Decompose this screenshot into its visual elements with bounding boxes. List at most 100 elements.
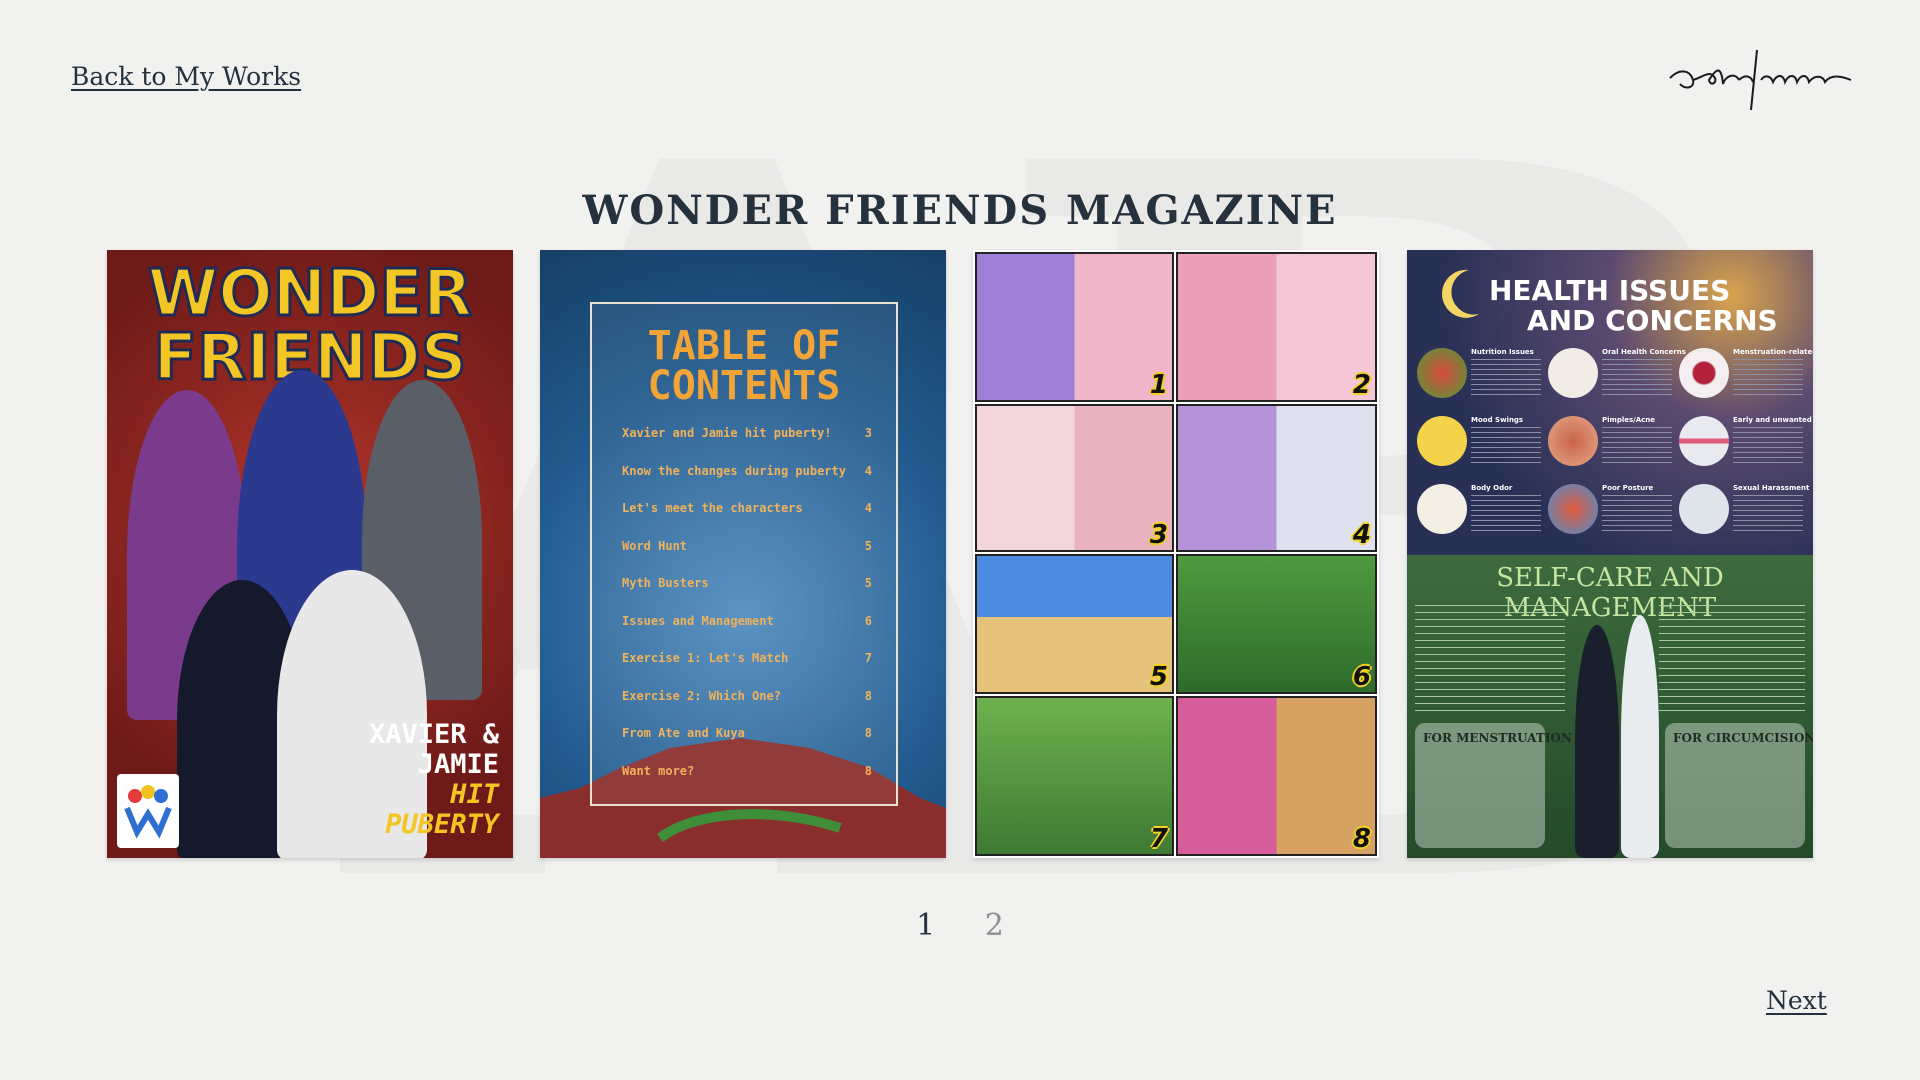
character-figure: [1575, 625, 1619, 858]
self-care-text: [1659, 605, 1805, 715]
gallery-item-table-of-contents[interactable]: TABLE OF CONTENTS Xavier and Jamie hit p…: [540, 250, 946, 858]
moon-icon: [1442, 269, 1479, 318]
toc-entry: Know the changes during puberty 4: [622, 464, 872, 502]
toc-entry-label: From Ate and Kuya: [622, 726, 745, 740]
gallery-item-cover[interactable]: WONDER FRIENDS XAVIER & JAMIE HIT PUBERT…: [107, 250, 513, 858]
health-issues-section: HEALTH ISSUES AND CONCERNS Nutrition Iss…: [1407, 250, 1813, 555]
comic-panel: 8: [1176, 696, 1377, 856]
comic-panel: 4: [1176, 404, 1377, 552]
magazine-gallery: WONDER FRIENDS XAVIER & JAMIE HIT PUBERT…: [107, 250, 1813, 860]
toc-entry: Word Hunt 5: [622, 539, 872, 577]
toc-title: TABLE OF CONTENTS: [592, 326, 896, 406]
cover-subtitle-line3: HIT: [450, 779, 499, 810]
toc-entry-page: 8: [864, 688, 872, 703]
health-item-text: [1471, 427, 1541, 467]
panel-number: 5: [1149, 662, 1168, 692]
toc-entry-page: 8: [864, 726, 872, 740]
comic-panel: 7: [975, 696, 1174, 856]
pagination: 1 2: [0, 908, 1920, 943]
menstruation-icon: [1679, 348, 1729, 398]
acne-icon: [1548, 416, 1598, 466]
toc-entry-label: Want more?: [622, 763, 695, 778]
health-item-label: Mood Swings: [1471, 416, 1524, 424]
toc-entry-page: 5: [864, 538, 872, 553]
toc-entry-label: Exercise 1: Let's Match: [622, 651, 789, 665]
toc-entry: Myth Busters 5: [622, 576, 872, 614]
health-item-label: Sexual Harassment: [1733, 484, 1810, 492]
health-item-text: [1471, 495, 1541, 535]
comic-panel: 6: [1176, 554, 1377, 694]
gallery-item-comic-strip[interactable]: 1 2 3 4 5 6 7 8: [973, 250, 1379, 858]
comic-panel: 1: [975, 252, 1174, 402]
comic-panel: 3: [975, 404, 1174, 552]
toc-entry-label: Word Hunt: [622, 538, 688, 553]
harassment-icon: [1679, 484, 1729, 534]
menstruation-box: FOR MENSTRUATION: [1415, 723, 1572, 848]
toc-title-line1: TABLE OF: [647, 323, 841, 369]
health-item-label: Oral Health Concerns: [1602, 348, 1686, 356]
health-item-text: [1602, 359, 1672, 399]
health-item: Menstruation-related Concerns: [1679, 348, 1813, 412]
circumcision-box-title: FOR CIRCUMCISION: [1673, 731, 1813, 745]
toc-panel: TABLE OF CONTENTS Xavier and Jamie hit p…: [590, 302, 898, 806]
toc-entry-page: 4: [864, 501, 872, 515]
toc-title-line2: CONTENTS: [647, 363, 841, 409]
mood-swings-icon: [1417, 416, 1467, 466]
toc-entry: Issues and Management 6: [622, 614, 872, 652]
gallery-item-health-issues[interactable]: HEALTH ISSUES AND CONCERNS Nutrition Iss…: [1407, 250, 1813, 858]
health-issues-title: HEALTH ISSUES AND CONCERNS: [1489, 276, 1778, 336]
toc-entry: Exercise 2: Which One? 8: [622, 689, 872, 727]
toc-entry-label: Let's meet the characters: [622, 501, 803, 515]
signature-logo[interactable]: [1665, 40, 1855, 120]
panel-number: 8: [1352, 824, 1371, 854]
character-figure: [1621, 615, 1659, 858]
page-title: WONDER FRIENDS MAGAZINE: [582, 186, 1338, 234]
panel-number: 7: [1149, 824, 1168, 854]
cover-subtitle: XAVIER & JAMIE HIT PUBERTY: [369, 720, 499, 840]
next-link[interactable]: Next: [1766, 986, 1827, 1015]
cover-subtitle-line1: XAVIER &: [368, 719, 499, 750]
toc-entry: Let's meet the characters 4: [622, 501, 872, 539]
comic-panel: 2: [1176, 252, 1377, 402]
health-item: Early and unwanted pregnancy: [1679, 416, 1813, 480]
toc-entry-page: 8: [864, 763, 872, 778]
health-item: Sexual Harassment: [1679, 484, 1810, 548]
menstruation-box-title: FOR MENSTRUATION: [1423, 731, 1572, 745]
health-title-line1: HEALTH ISSUES: [1489, 274, 1731, 307]
health-item-label: Pimples/Acne: [1602, 416, 1656, 424]
toc-entry-page: 7: [864, 651, 872, 665]
health-item-label: Poor Posture: [1602, 484, 1654, 492]
health-item-text: [1471, 359, 1541, 399]
page-2-link[interactable]: 2: [985, 908, 1004, 943]
panel-number: 2: [1352, 370, 1371, 400]
health-item: Nutrition Issues: [1417, 348, 1545, 412]
panel-number: 4: [1352, 520, 1371, 550]
health-item-label: Early and unwanted pregnancy: [1733, 416, 1813, 424]
nutrition-icon: [1417, 348, 1467, 398]
toc-list: Xavier and Jamie hit puberty! 3 Know the …: [622, 426, 872, 801]
posture-icon: [1548, 484, 1598, 534]
health-item: Poor Posture: [1548, 484, 1676, 548]
page-1-link[interactable]: 1: [916, 908, 935, 943]
health-item-text: [1733, 495, 1803, 535]
health-item-text: [1602, 495, 1672, 535]
tooth-icon: [1548, 348, 1598, 398]
comic-panel: 5: [975, 554, 1174, 694]
toc-entry: Xavier and Jamie hit puberty! 3: [622, 426, 872, 464]
toc-entry-label: Xavier and Jamie hit puberty!: [622, 426, 832, 440]
health-item-label: Menstruation-related Concerns: [1733, 348, 1813, 356]
panel-number: 1: [1149, 370, 1168, 400]
toc-entry-page: 5: [864, 576, 872, 590]
cover-title-line1: WONDER: [146, 257, 474, 331]
toc-entry-page: 4: [864, 463, 872, 478]
health-title-line2: AND CONCERNS: [1527, 304, 1778, 337]
health-item: Oral Health Concerns: [1548, 348, 1686, 412]
toc-entry: From Ate and Kuya 8: [622, 726, 872, 764]
panel-number: 6: [1352, 662, 1371, 692]
cover-subtitle-line2: JAMIE: [417, 749, 499, 780]
health-item-label: Nutrition Issues: [1471, 348, 1534, 356]
back-to-works-link[interactable]: Back to My Works: [71, 62, 301, 91]
panel-number: 3: [1149, 520, 1168, 550]
toc-entry-label: Myth Busters: [622, 576, 709, 590]
health-item-text: [1733, 427, 1803, 467]
